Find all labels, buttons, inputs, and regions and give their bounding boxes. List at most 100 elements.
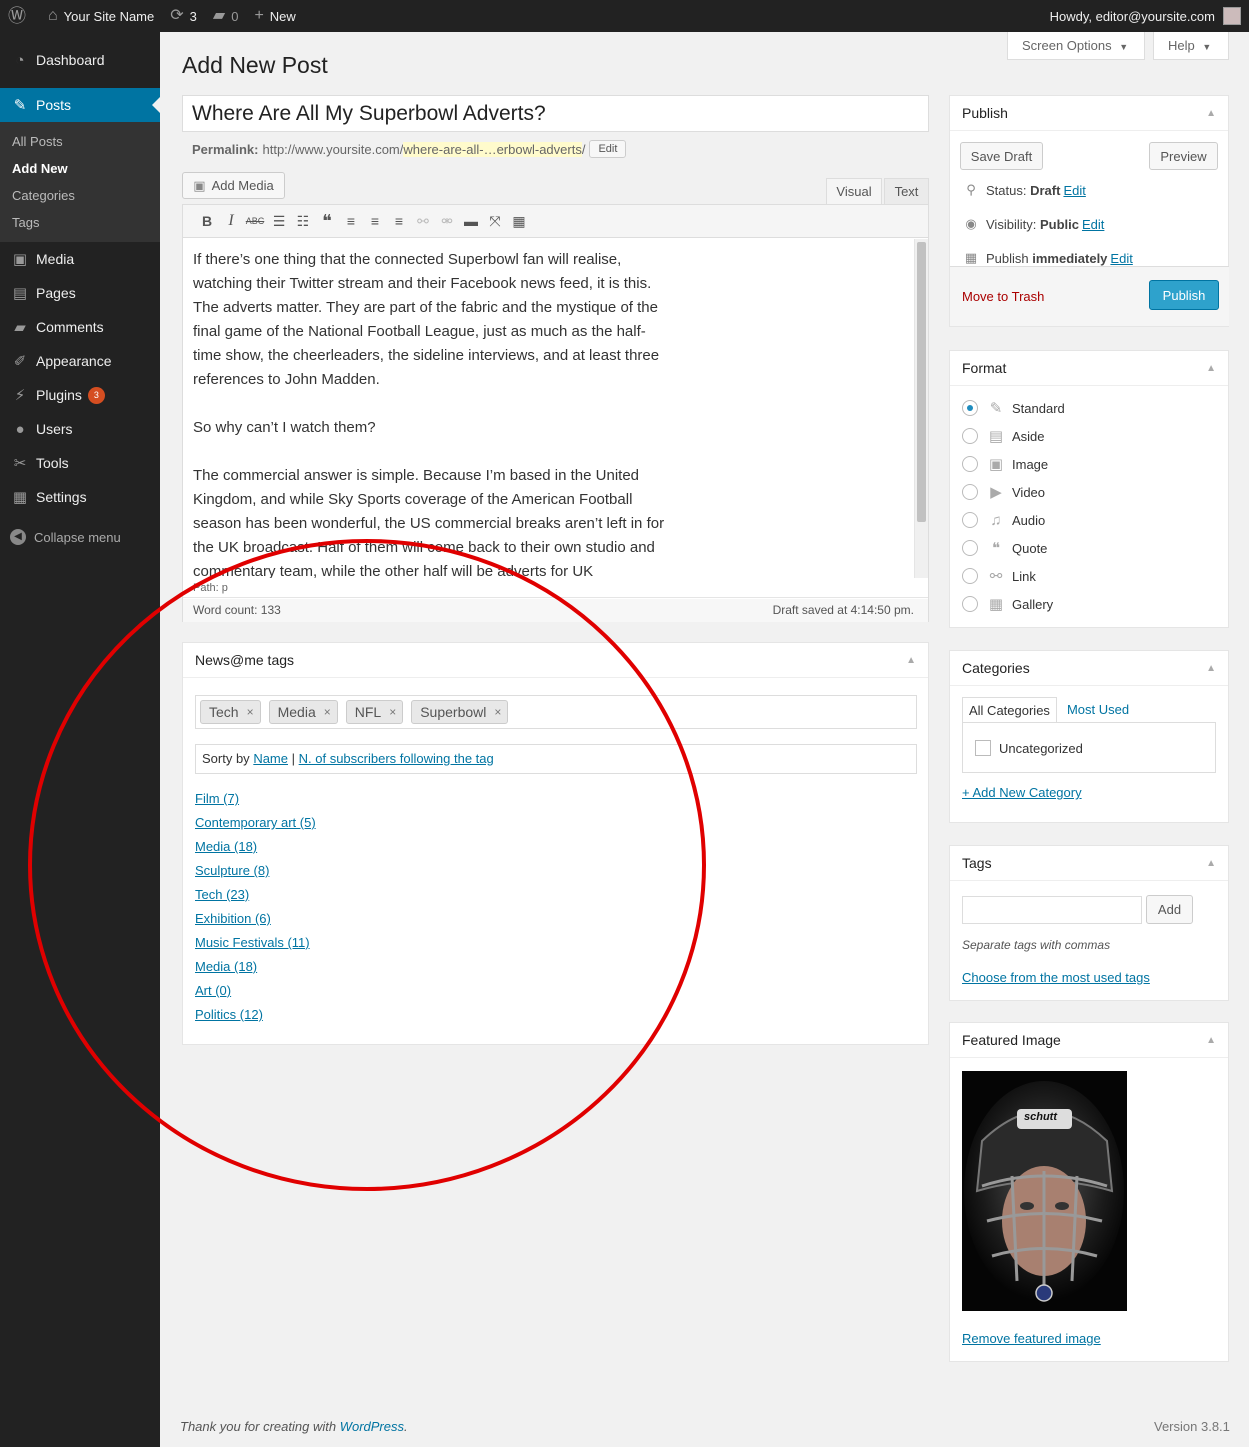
format-option-standard[interactable]: ✎ Standard bbox=[962, 397, 1065, 419]
numbered-list-icon[interactable]: ☷ bbox=[291, 213, 315, 230]
save-draft-button[interactable]: Save Draft bbox=[960, 142, 1043, 170]
align-right-icon[interactable]: ≡ bbox=[387, 213, 411, 229]
sidebar-item-settings[interactable]: ▦ Settings bbox=[0, 480, 160, 514]
sidebar-item-users[interactable]: ● Users bbox=[0, 412, 160, 446]
remove-tag-icon[interactable]: × bbox=[389, 701, 396, 723]
triangle-up-icon[interactable]: ▲ bbox=[1206, 351, 1216, 386]
new-content-link[interactable]: + New bbox=[246, 0, 303, 32]
list-item[interactable]: Film (7) bbox=[195, 787, 316, 811]
blockquote-icon[interactable]: ❝ bbox=[315, 211, 339, 232]
comments-link[interactable]: ▰ 0 bbox=[205, 0, 247, 32]
insert-link-icon[interactable]: ⚯ bbox=[411, 213, 435, 230]
publish-date-edit-link[interactable]: Edit bbox=[1110, 251, 1132, 266]
strikethrough-icon[interactable]: ABC bbox=[243, 216, 267, 226]
category-checkbox[interactable] bbox=[975, 740, 991, 756]
category-item-uncategorized[interactable]: Uncategorized bbox=[975, 740, 1083, 756]
featured-image-header[interactable]: Featured Image ▲ bbox=[950, 1023, 1228, 1058]
radio-button[interactable] bbox=[962, 596, 978, 612]
list-item[interactable]: Politics (12) bbox=[195, 1003, 316, 1027]
bullet-list-icon[interactable]: ☰ bbox=[267, 213, 291, 230]
sidebar-sub-tags[interactable]: Tags bbox=[0, 209, 160, 236]
align-left-icon[interactable]: ≡ bbox=[339, 213, 363, 229]
wordpress-link[interactable]: WordPress bbox=[340, 1419, 404, 1434]
list-item[interactable]: Media (18) bbox=[195, 955, 316, 979]
preview-button[interactable]: Preview bbox=[1149, 142, 1218, 170]
fullscreen-icon[interactable]: ⤧ bbox=[483, 213, 507, 230]
list-item[interactable]: Contemporary art (5) bbox=[195, 811, 316, 835]
bold-icon[interactable]: B bbox=[195, 213, 219, 229]
triangle-up-icon[interactable]: ▲ bbox=[1206, 1023, 1216, 1058]
radio-button[interactable] bbox=[962, 428, 978, 444]
tab-text[interactable]: Text bbox=[884, 178, 929, 205]
read-more-icon[interactable]: ▬ bbox=[459, 213, 483, 229]
format-option-video[interactable]: ▶ Video bbox=[962, 481, 1045, 503]
sidebar-item-comments[interactable]: ▰ Comments bbox=[0, 310, 160, 344]
tab-most-used[interactable]: Most Used bbox=[1057, 697, 1135, 723]
italic-icon[interactable]: I bbox=[219, 212, 243, 230]
tags-header[interactable]: Tags ▲ bbox=[950, 846, 1228, 881]
format-option-link[interactable]: ⚯ Link bbox=[962, 565, 1036, 587]
format-option-image[interactable]: ▣ Image bbox=[962, 453, 1048, 475]
list-item[interactable]: Sculpture (8) bbox=[195, 859, 316, 883]
sidebar-item-pages[interactable]: ▤ Pages bbox=[0, 276, 160, 310]
scrollbar-thumb[interactable] bbox=[917, 242, 926, 522]
radio-button[interactable] bbox=[962, 568, 978, 584]
updates-link[interactable]: ⟳ 3 bbox=[162, 0, 205, 32]
site-name-link[interactable]: ⌂ Your Site Name bbox=[40, 0, 162, 32]
triangle-up-icon[interactable]: ▲ bbox=[1206, 96, 1216, 131]
align-center-icon[interactable]: ≡ bbox=[363, 213, 387, 229]
add-tag-button[interactable]: Add bbox=[1146, 895, 1193, 924]
sort-by-subscribers-link[interactable]: N. of subscribers following the tag bbox=[299, 751, 494, 766]
sidebar-sub-all-posts[interactable]: All Posts bbox=[0, 128, 160, 155]
editor-scrollbar[interactable] bbox=[914, 239, 928, 578]
format-header[interactable]: Format ▲ bbox=[950, 351, 1228, 386]
move-to-trash-link[interactable]: Move to Trash bbox=[962, 289, 1044, 304]
editor-content-area[interactable]: If there’s one thing that the connected … bbox=[183, 238, 914, 578]
publish-button[interactable]: Publish bbox=[1149, 280, 1219, 310]
remove-tag-icon[interactable]: × bbox=[247, 701, 254, 723]
wordpress-logo-menu[interactable]: Ⓦ bbox=[0, 0, 40, 32]
newsatme-tag-input[interactable]: Tech × Media × NFL × Superbowl × bbox=[195, 695, 917, 729]
sort-by-name-link[interactable]: Name bbox=[253, 751, 288, 766]
triangle-up-icon[interactable]: ▲ bbox=[1206, 651, 1216, 686]
sidebar-item-appearance[interactable]: ✐ Appearance bbox=[0, 344, 160, 378]
radio-button[interactable] bbox=[962, 456, 978, 472]
triangle-up-icon[interactable]: ▲ bbox=[906, 643, 916, 678]
collapse-menu-button[interactable]: ◀ Collapse menu bbox=[0, 520, 160, 554]
help-button[interactable]: Help ▼ bbox=[1153, 32, 1229, 60]
list-item[interactable]: Music Festivals (11) bbox=[195, 931, 316, 955]
sidebar-item-tools[interactable]: ✂ Tools bbox=[0, 446, 160, 480]
permalink-slug[interactable]: where-are-all-…erbowl-adverts bbox=[403, 141, 582, 157]
screen-options-button[interactable]: Screen Options ▼ bbox=[1007, 32, 1145, 60]
newsatme-tags-header[interactable]: News@me tags ▲ bbox=[183, 643, 928, 678]
radio-button[interactable] bbox=[962, 484, 978, 500]
format-option-quote[interactable]: ❝ Quote bbox=[962, 537, 1047, 559]
toolbar-toggle-icon[interactable]: ▦ bbox=[507, 213, 531, 230]
list-item[interactable]: Art (0) bbox=[195, 979, 316, 1003]
add-media-button[interactable]: ▣ Add Media bbox=[182, 172, 285, 199]
format-option-audio[interactable]: ♫ Audio bbox=[962, 509, 1045, 531]
sidebar-item-dashboard[interactable]: ◔ Dashboard bbox=[0, 43, 160, 77]
list-item[interactable]: Exhibition (6) bbox=[195, 907, 316, 931]
post-title-input[interactable]: Where Are All My Superbowl Adverts? bbox=[182, 95, 929, 132]
avatar[interactable] bbox=[1223, 7, 1241, 25]
new-tag-input[interactable] bbox=[962, 896, 1142, 924]
sidebar-sub-add-new[interactable]: Add New bbox=[0, 155, 160, 182]
radio-button[interactable] bbox=[962, 400, 978, 416]
howdy-account-link[interactable]: Howdy, editor@yoursite.com bbox=[1050, 9, 1215, 24]
featured-image[interactable]: schutt bbox=[962, 1071, 1127, 1311]
sidebar-item-plugins[interactable]: ⚡ Plugins 3 bbox=[0, 378, 160, 412]
sidebar-item-posts[interactable]: ✎ Posts bbox=[0, 88, 160, 122]
radio-button[interactable] bbox=[962, 512, 978, 528]
publish-header[interactable]: Publish ▲ bbox=[950, 96, 1228, 131]
unlink-icon[interactable]: ⚮ bbox=[435, 213, 459, 230]
list-item[interactable]: Media (18) bbox=[195, 835, 316, 859]
status-edit-link[interactable]: Edit bbox=[1063, 183, 1085, 198]
list-item[interactable]: Tech (23) bbox=[195, 883, 316, 907]
sidebar-sub-categories[interactable]: Categories bbox=[0, 182, 160, 209]
format-option-aside[interactable]: ▤ Aside bbox=[962, 425, 1045, 447]
tab-visual[interactable]: Visual bbox=[826, 178, 882, 205]
permalink-edit-button[interactable]: Edit bbox=[589, 140, 627, 158]
triangle-up-icon[interactable]: ▲ bbox=[1206, 846, 1216, 881]
remove-tag-icon[interactable]: × bbox=[494, 701, 501, 723]
